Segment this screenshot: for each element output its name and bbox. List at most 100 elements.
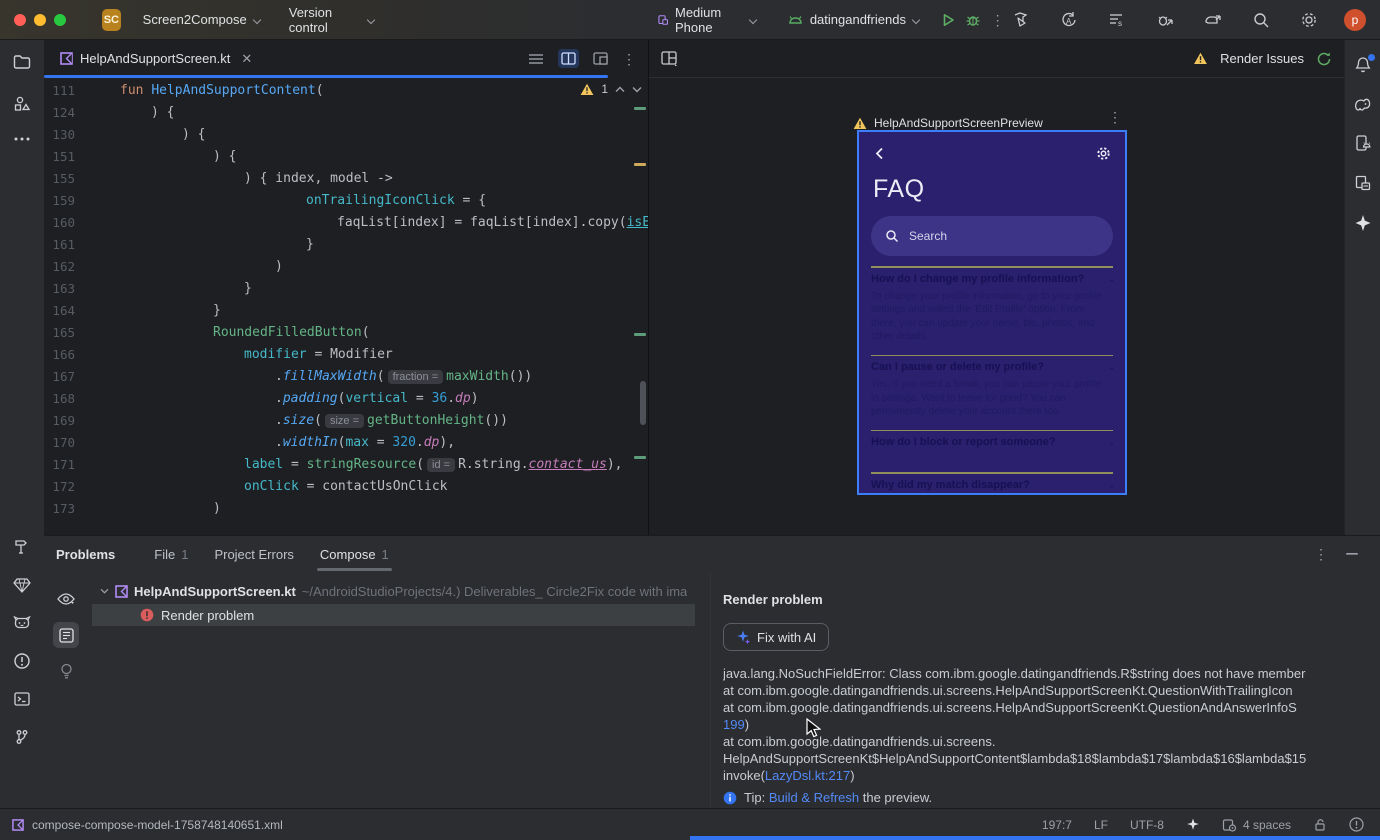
quick-fix-bulb-icon[interactable] — [53, 658, 79, 684]
prev-issue-icon[interactable] — [615, 86, 625, 93]
code-line-159[interactable]: 159 onTrailingIconClick = { — [44, 190, 648, 212]
build-run-icon[interactable] — [1008, 7, 1034, 33]
indent-indicator[interactable]: 4 spaces — [1222, 818, 1291, 832]
editor-scrollbar[interactable] — [640, 381, 646, 425]
render-issues-label[interactable]: Render Issues — [1220, 51, 1304, 66]
gemini-ai-icon[interactable] — [1354, 214, 1372, 232]
details-view-icon[interactable] — [53, 622, 79, 648]
refresh-preview-icon[interactable] — [1316, 51, 1332, 67]
code-line-166[interactable]: 166 modifier = Modifier — [44, 344, 648, 366]
problems-tab-file[interactable]: File 1 — [141, 536, 201, 572]
gradle-icon[interactable] — [1353, 96, 1373, 112]
profiler-icon[interactable] — [1200, 7, 1226, 33]
phone-preview-frame[interactable]: FAQ Search How do I change my profile in… — [857, 130, 1127, 495]
inspection-widget[interactable]: 1 — [580, 82, 642, 96]
run-button[interactable] — [938, 7, 959, 33]
problems-tool-icon[interactable] — [12, 651, 32, 671]
unlock-icon[interactable] — [1313, 818, 1327, 832]
line-number: 124 — [52, 105, 75, 120]
editor-tab[interactable]: HelpAndSupportScreen.kt ✕ — [44, 40, 262, 77]
fix-with-ai-button[interactable]: Fix with AI — [723, 623, 830, 651]
editor-design-view-icon[interactable] — [593, 52, 608, 65]
render-problem-row[interactable]: Render problem — [92, 604, 695, 626]
problems-file-row[interactable]: HelpAndSupportScreen.kt ~/AndroidStudioP… — [88, 580, 710, 602]
encoding-indicator[interactable]: UTF-8 — [1130, 818, 1164, 832]
code-token: . — [275, 413, 283, 428]
notifications-icon[interactable] — [1354, 54, 1375, 74]
editor-marker-teal — [634, 333, 646, 336]
more-run-options-button[interactable]: ⋮ — [987, 7, 1008, 33]
apply-changes-restart-icon[interactable]: s — [1104, 7, 1130, 33]
search-everywhere-icon[interactable] — [1248, 7, 1274, 33]
version-control-tool-icon[interactable] — [12, 727, 32, 747]
caret-position[interactable]: 197:7 — [1042, 818, 1072, 832]
stack-trace-link[interactable]: LazyDsl.kt:217 — [765, 768, 850, 783]
attach-debugger-icon[interactable] — [1152, 7, 1178, 33]
preview-grid-layout-icon[interactable] — [661, 51, 678, 66]
problems-tab-compose[interactable]: Compose 1 — [307, 536, 402, 572]
editor-split-view-icon[interactable] — [558, 49, 579, 68]
settings-gear-icon[interactable] — [1296, 7, 1322, 33]
stack-trace-link[interactable]: 199 — [723, 717, 745, 732]
more-tool-windows-icon[interactable] — [13, 136, 31, 142]
code-line-164[interactable]: 164} — [44, 300, 648, 322]
code-line-124[interactable]: 124) { — [44, 102, 648, 124]
problems-tab-project-errors[interactable]: Project Errors — [201, 536, 306, 572]
error-highlight-status-icon[interactable] — [1349, 817, 1364, 832]
code-line-151[interactable]: 151) { — [44, 146, 648, 168]
layout-inspector-icon[interactable] — [1354, 174, 1372, 192]
code-line-172[interactable]: 172 onClick = contactUsOnClick — [44, 476, 648, 498]
preview-label-row[interactable]: HelpAndSupportScreenPreview ⋮ — [853, 110, 1122, 130]
code-line-111[interactable]: 111 fun HelpAndSupportContent( — [44, 80, 648, 102]
next-issue-icon[interactable] — [632, 86, 642, 93]
code-line-168[interactable]: 168 .padding(vertical = 36.dp) — [44, 388, 648, 410]
stack-trace-line: java.lang.NoSuchFieldError: Class com.ib… — [723, 665, 1380, 682]
preview-toggle-eye-icon[interactable] — [53, 586, 79, 612]
code-line-163[interactable]: 163} — [44, 278, 648, 300]
vcs-menu[interactable]: Version control — [275, 5, 388, 35]
app-quality-insights-icon[interactable] — [12, 575, 32, 595]
code-token: ) — [213, 501, 221, 516]
run-configuration-selector[interactable]: datingandfriends — [773, 6, 934, 34]
code-line-170[interactable]: 170 .widthIn(max = 320.dp), — [44, 432, 648, 454]
build-tool-icon[interactable] — [12, 537, 32, 557]
code-line-161[interactable]: 161} — [44, 234, 648, 256]
close-tab-icon[interactable]: ✕ — [241, 51, 252, 67]
hide-panel-icon[interactable] — [1346, 553, 1358, 555]
code-line-160[interactable]: 160 faqList[index] = faqList[index].copy(… — [44, 212, 648, 234]
user-avatar[interactable]: p — [1344, 8, 1366, 31]
preview-name-label: HelpAndSupportScreenPreview — [874, 116, 1043, 130]
editor-more-icon[interactable]: ⋮ — [622, 52, 636, 66]
code-line-130[interactable]: 130) { — [44, 124, 648, 146]
code-token: . — [415, 435, 424, 450]
editor-list-view-icon[interactable] — [528, 52, 544, 66]
preview-options-icon[interactable]: ⋮ — [1108, 110, 1122, 124]
build-refresh-link[interactable]: Build & Refresh — [769, 790, 859, 805]
code-area[interactable]: 111 fun HelpAndSupportContent(124) {130) … — [44, 78, 648, 535]
apply-code-changes-icon[interactable]: A — [1056, 7, 1082, 33]
line-number: 161 — [52, 237, 75, 252]
panel-options-icon[interactable]: ⋮ — [1314, 547, 1328, 561]
code-line-155[interactable]: 155) { index, model -> — [44, 168, 648, 190]
code-line-171[interactable]: 171 label = stringResource(id = R.string.c… — [44, 454, 648, 476]
close-window-button[interactable] — [14, 13, 26, 26]
code-line-162[interactable]: 162) — [44, 256, 648, 278]
code-line-173[interactable]: 173) — [44, 498, 648, 520]
code-line-167[interactable]: 167 .fillMaxWidth(fraction = maxWidth()) — [44, 366, 648, 388]
minimize-window-button[interactable] — [34, 13, 46, 26]
device-selector[interactable]: Medium Phone — [643, 5, 769, 35]
terminal-tool-icon[interactable] — [12, 689, 32, 709]
debug-button[interactable] — [963, 7, 984, 33]
faq-list: How do I change my profile information? ›… — [871, 266, 1117, 493]
line-ending-indicator[interactable]: LF — [1094, 818, 1108, 832]
code-line-165[interactable]: 165 RoundedFilledButton( — [44, 322, 648, 344]
render-problem-label: Render problem — [161, 607, 255, 623]
resource-manager-icon[interactable] — [12, 94, 32, 114]
running-devices-icon[interactable] — [1354, 134, 1372, 152]
project-tool-icon[interactable] — [12, 52, 32, 72]
code-line-169[interactable]: 169 .size(size = getButtonHeight()) — [44, 410, 648, 432]
project-menu[interactable]: Screen2Compose — [129, 6, 275, 34]
ai-sparkle-icon[interactable] — [1186, 818, 1200, 832]
maximize-window-button[interactable] — [54, 13, 66, 26]
logcat-icon[interactable] — [12, 613, 32, 633]
